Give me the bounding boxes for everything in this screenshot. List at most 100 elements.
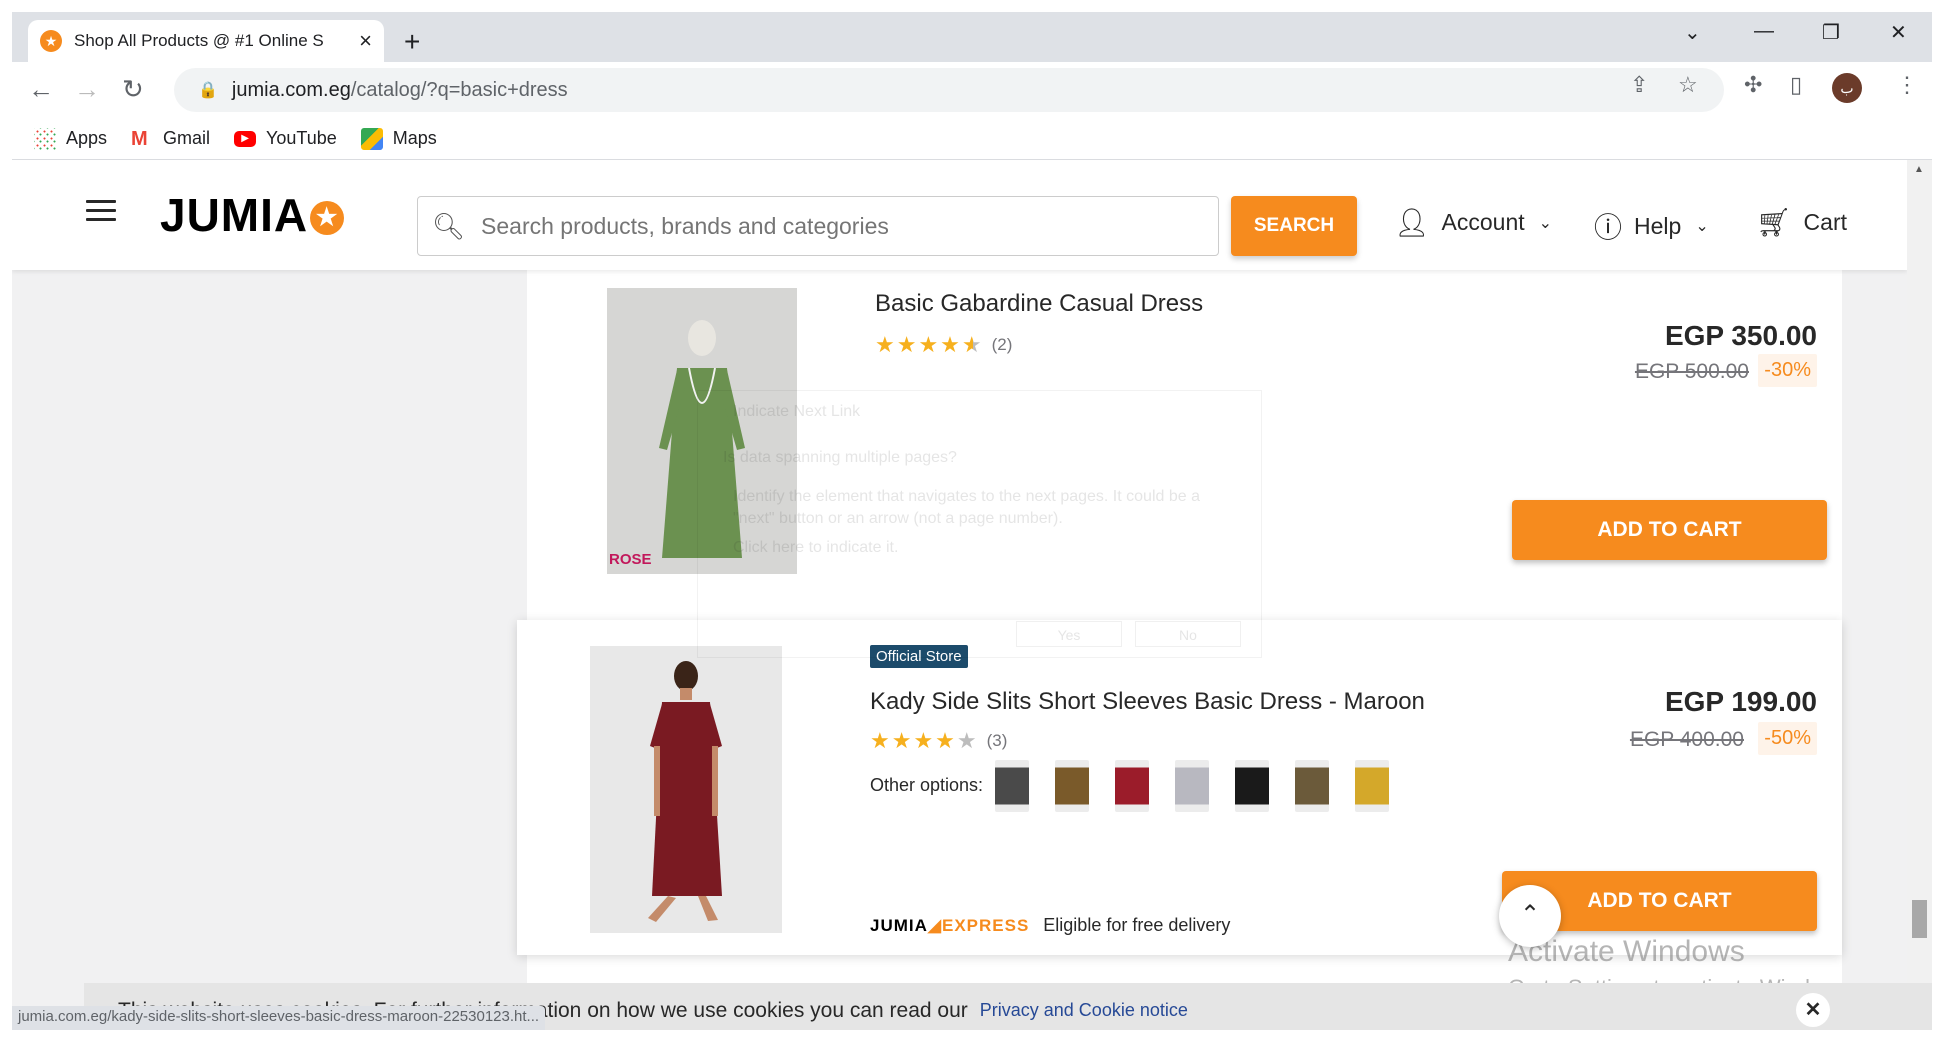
browser-toolbar: ← → ↻ 🔒 jumia.com.eg /catalog/?q=basic+d… <box>12 62 1932 118</box>
close-window-icon[interactable]: ✕ <box>1890 20 1907 45</box>
account-label: Account <box>1441 209 1525 235</box>
product-image[interactable] <box>590 646 782 933</box>
bookmarks-bar: Apps M Gmail ▶ YouTube Maps <box>12 118 1932 160</box>
browser-menu-icon[interactable]: ⋮ <box>1896 72 1918 98</box>
color-option-thumbnail[interactable] <box>1295 760 1329 812</box>
minimize-icon[interactable]: — <box>1754 20 1774 43</box>
help-menu[interactable]: ⓘ Help ⌄ <box>1594 206 1709 246</box>
product-name[interactable]: Kady Side Slits Short Sleeves Basic Dres… <box>870 688 1425 716</box>
tab-strip: ★ Shop All Products @ #1 Online S × + ⌄ … <box>12 12 1932 62</box>
product-rating: ★★★★★ (2) <box>875 332 1012 358</box>
browser-window: ★ Shop All Products @ #1 Online S × + ⌄ … <box>12 12 1932 1030</box>
bookmark-label: Gmail <box>163 128 211 148</box>
search-input[interactable] <box>481 212 1202 240</box>
apps-grid-icon <box>34 127 56 150</box>
lock-icon: 🔒 <box>198 82 218 99</box>
close-tab-icon[interactable]: × <box>359 28 372 54</box>
rating-count: (2) <box>991 335 1013 354</box>
bookmark-youtube[interactable]: ▶ YouTube <box>234 128 337 149</box>
color-option-thumbnail[interactable] <box>995 760 1029 812</box>
product-rating: ★★★★★ (3) <box>870 728 1007 754</box>
product-price: EGP 350.00 <box>1664 320 1817 351</box>
chevron-up-icon: ⌃ <box>1519 901 1541 928</box>
dialog-yes-button[interactable]: Yes <box>1016 621 1122 647</box>
share-icon[interactable]: ⇪ <box>1630 72 1648 98</box>
side-panel-icon[interactable]: ▯ <box>1790 72 1802 98</box>
extensions-icon[interactable]: ✣ <box>1744 72 1762 98</box>
tab-search-icon[interactable]: ⌄ <box>1684 20 1701 45</box>
scroll-up-arrow-icon[interactable]: ▲ <box>1914 164 1924 175</box>
reload-icon[interactable]: ↻ <box>122 74 144 105</box>
dialog-question: Is data spanning multiple pages? <box>723 449 957 466</box>
close-icon[interactable]: ✕ <box>1796 993 1830 1027</box>
express-logo-express: EXPRESS <box>941 915 1030 935</box>
hamburger-menu-icon[interactable] <box>86 200 116 222</box>
brand-tag: ROSE <box>609 551 652 568</box>
jumia-express-logo: JUMIA◢EXPRESS <box>870 916 1029 936</box>
rating-stars-icon: ★★★★★ <box>875 332 984 357</box>
rating-stars-icon: ★★★★★ <box>870 728 979 753</box>
restore-icon[interactable]: ❐ <box>1822 20 1840 45</box>
bookmark-maps[interactable]: Maps <box>360 127 437 150</box>
scrollbar-thumb[interactable] <box>1912 900 1927 938</box>
dialog-title: Indicate Next Link <box>733 403 861 420</box>
new-tab-icon[interactable]: + <box>404 26 420 58</box>
color-option-thumbnail[interactable] <box>1115 760 1149 812</box>
color-option-thumbnail[interactable] <box>1235 760 1269 812</box>
back-icon[interactable]: ← <box>28 74 54 105</box>
watermark-title: Activate Windows <box>1508 935 1745 968</box>
discount-badge: -30% <box>1758 354 1817 387</box>
url-path: /catalog/?q=basic+dress <box>350 78 568 101</box>
page-viewport: JUMIA★ 🔍︎ SEARCH 👤︎ Account ⌄ ⓘ Help ⌄ 🛒… <box>12 160 1932 1030</box>
product-name[interactable]: Basic Gabardine Casual Dress <box>875 290 1203 318</box>
page-scrollbar[interactable]: ▲ ▼ <box>1907 160 1932 1030</box>
site-header: JUMIA★ 🔍︎ SEARCH 👤︎ Account ⌄ ⓘ Help ⌄ 🛒… <box>12 160 1907 270</box>
forward-icon[interactable]: → <box>74 74 100 105</box>
youtube-icon: ▶ <box>234 130 257 147</box>
logo-star-icon: ★ <box>310 201 345 235</box>
free-delivery-text: Eligible for free delivery <box>1043 915 1231 935</box>
color-option-thumbnail[interactable] <box>1175 760 1209 812</box>
url-host: jumia.com.eg <box>231 78 351 101</box>
logo-text: JUMIA <box>160 189 309 241</box>
dialog-body: Identify the element that navigates to t… <box>733 488 1200 527</box>
discount-badge: -50% <box>1758 722 1817 755</box>
dialog-no-button[interactable]: No <box>1135 621 1241 647</box>
product-card[interactable]: Official Store Kady Side Slits Short Sle… <box>517 620 1842 955</box>
other-options-label: Other options: <box>870 775 984 795</box>
account-menu[interactable]: 👤︎ Account ⌄ <box>1394 206 1552 239</box>
jumia-logo[interactable]: JUMIA ★ <box>160 188 345 242</box>
maroon-dress-figure <box>590 646 782 933</box>
express-logo-word: ◢ <box>927 915 942 935</box>
bookmark-label: Apps <box>66 128 108 148</box>
bookmark-star-icon[interactable]: ☆ <box>1678 72 1698 98</box>
chevron-down-icon: ⌄ <box>1695 218 1709 235</box>
bookmark-gmail[interactable]: M Gmail <box>131 128 210 150</box>
scroll-to-top-button[interactable]: ⌃ <box>1499 885 1561 947</box>
cart-link[interactable]: 🛒︎ Cart <box>1756 206 1847 239</box>
address-bar[interactable]: 🔒 jumia.com.eg /catalog/?q=basic+dress <box>174 68 1724 112</box>
cart-icon: 🛒︎ <box>1756 207 1792 238</box>
search-box: 🔍︎ <box>417 196 1219 256</box>
add-to-cart-button[interactable]: ADD TO CART <box>1512 500 1827 560</box>
active-tab[interactable]: ★ Shop All Products @ #1 Online S × <box>28 20 384 62</box>
user-icon: 👤︎ <box>1394 207 1430 238</box>
bookmark-apps[interactable]: Apps <box>34 127 108 150</box>
profile-avatar[interactable]: ب <box>1832 73 1862 103</box>
jumia-favicon-icon: ★ <box>40 30 62 52</box>
status-bar-url: jumia.com.eg/kady-side-slits-short-sleev… <box>12 1006 546 1030</box>
privacy-cookie-link[interactable]: Privacy and Cookie notice <box>980 1000 1188 1021</box>
bookmark-label: YouTube <box>266 128 337 148</box>
search-icon: 🔍︎ <box>432 210 466 241</box>
color-option-thumbnail[interactable] <box>1055 760 1089 812</box>
dialog-hint: Click here to indicate it. <box>733 539 899 556</box>
tab-title: Shop All Products @ #1 Online S <box>74 31 324 50</box>
express-logo-jumia: JUMIA <box>870 915 928 935</box>
product-old-price: EGP 400.00 <box>1629 728 1744 751</box>
chevron-down-icon: ⌄ <box>1538 214 1553 232</box>
cart-label: Cart <box>1803 209 1847 235</box>
bookmark-label: Maps <box>392 128 437 148</box>
maps-icon <box>360 127 383 150</box>
search-button[interactable]: SEARCH <box>1231 196 1357 256</box>
color-option-thumbnail[interactable] <box>1355 760 1389 812</box>
